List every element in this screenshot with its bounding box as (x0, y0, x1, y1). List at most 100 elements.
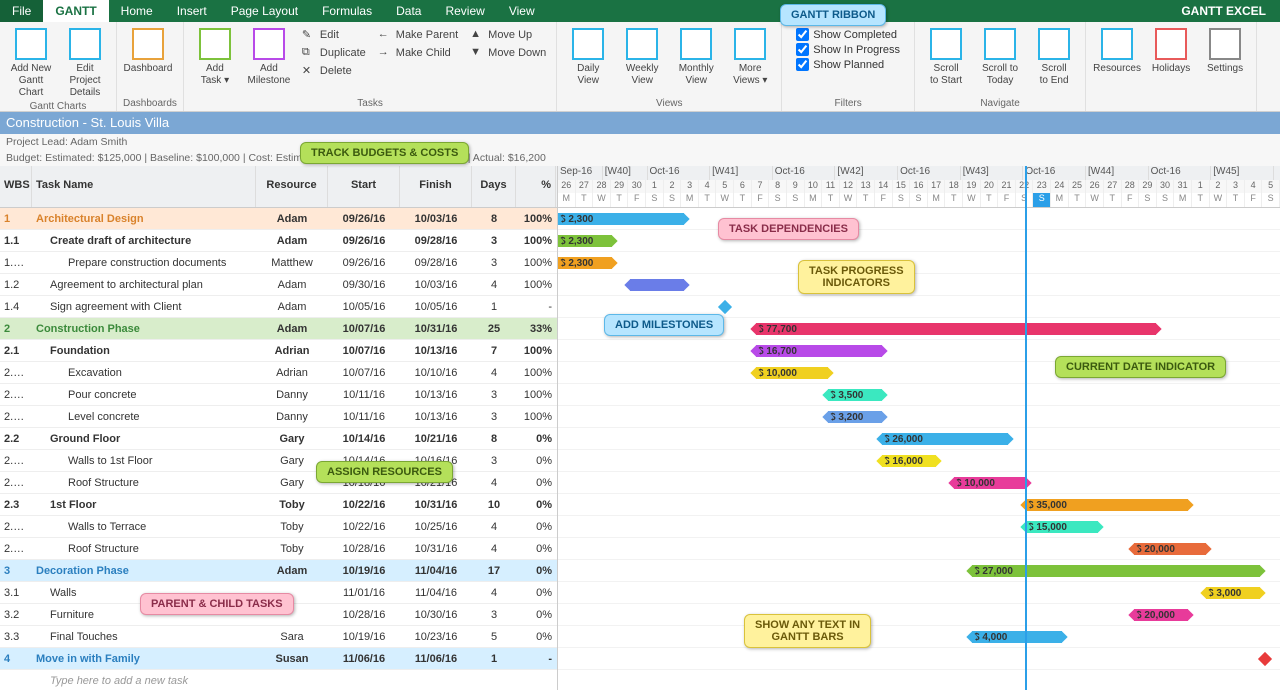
menu-insert[interactable]: Insert (165, 0, 219, 22)
ribbon-icon (680, 28, 712, 60)
ribbon-delete[interactable]: ✕Delete (298, 63, 370, 79)
menu-page layout[interactable]: Page Layout (219, 0, 310, 22)
ribbon-duplicate[interactable]: ⧉Duplicate (298, 45, 370, 61)
ribbon-monthly[interactable]: Monthly View (671, 26, 721, 96)
ribbon-weekly[interactable]: Weekly View (617, 26, 667, 96)
filter-show-completed[interactable]: Show Completed (796, 28, 900, 41)
ribbon-icon (15, 28, 47, 60)
gantt-body: $ 2,300 $ 2,300 $ 2,300 $ 77,700 $ 16,700 $ 1… (558, 208, 1280, 670)
ribbon-add-new[interactable]: Add New Gantt Chart (6, 26, 56, 99)
gantt-row (558, 274, 1280, 296)
task-row[interactable]: 1.1Create draft of architectureAdam09/26… (0, 230, 557, 252)
task-row[interactable]: 2.2Ground FloorGary10/14/1610/21/1680% (0, 428, 557, 450)
task-row[interactable]: 2.1FoundationAdrian10/07/1610/13/167100% (0, 340, 557, 362)
ribbon-add[interactable]: Add Milestone (244, 26, 294, 96)
task-row[interactable]: 2.31st FloorToby10/22/1610/31/16100% (0, 494, 557, 516)
hdr-res: Resource (256, 166, 328, 207)
gantt-bar[interactable]: $ 3,200 (828, 411, 882, 423)
ribbon-dashboard[interactable]: Dashboard (123, 26, 173, 96)
gantt-bar[interactable]: $ 15,000 (1026, 521, 1098, 533)
menu-formulas[interactable]: Formulas (310, 0, 384, 22)
task-row[interactable]: 1.2Agreement to architectural planAdam09… (0, 274, 557, 296)
menu-file[interactable]: File (0, 0, 43, 22)
gantt-bar[interactable]: $ 20,000 (1134, 609, 1188, 621)
gantt-bar[interactable]: $ 2,300 (558, 235, 612, 247)
ribbon-make-parent[interactable]: ←Make Parent (374, 27, 462, 43)
gantt-bar[interactable]: $ 2,300 (558, 213, 684, 225)
ribbon-icon (199, 28, 231, 60)
filter-show-in-progress[interactable]: Show In Progress (796, 43, 900, 56)
task-row[interactable]: 1Architectural DesignAdam09/26/1610/03/1… (0, 208, 557, 230)
ribbon-make-child[interactable]: →Make Child (374, 45, 462, 61)
timeline-header: Sep-16[W40]Oct-16[W41]Oct-16[W42]Oct-16[… (558, 166, 1280, 208)
gantt-bar[interactable]: $ 4,000 (972, 631, 1062, 643)
callout-bartext: SHOW ANY TEXT IN GANTT BARS (744, 614, 871, 648)
task-row[interactable]: 2.1.3Level concreteDanny10/11/1610/13/16… (0, 406, 557, 428)
gantt-row (558, 648, 1280, 670)
ribbon-icon (572, 28, 604, 60)
ribbon-holidays[interactable]: Holidays (1146, 26, 1196, 109)
gantt-bar[interactable]: $ 77,700 (756, 323, 1156, 335)
ribbon-scroll[interactable]: Scroll to End (1029, 26, 1079, 96)
ribbon-scroll[interactable]: Scroll to Start (921, 26, 971, 96)
callout-progress: TASK PROGRESS INDICATORS (798, 260, 915, 294)
menu-review[interactable]: Review (433, 0, 496, 22)
ribbon-edit[interactable]: ✎Edit (298, 27, 370, 43)
callout-ribbon: GANTT RIBBON (780, 4, 886, 26)
gantt-bar[interactable]: $ 35,000 (1026, 499, 1188, 511)
menu-home[interactable]: Home (109, 0, 165, 22)
hdr-pct: % (516, 166, 556, 207)
task-row[interactable]: 2.1.2Pour concreteDanny10/11/1610/13/163… (0, 384, 557, 406)
new-task-placeholder[interactable]: Type here to add a new task (0, 670, 557, 690)
task-row[interactable]: 4Move in with FamilySusan11/06/1611/06/1… (0, 648, 557, 670)
gantt-bar[interactable]: $ 3,500 (828, 389, 882, 401)
task-row[interactable]: 1.1.1Prepare construction documentsMatth… (0, 252, 557, 274)
gantt-bar[interactable]: $ 10,000 (756, 367, 828, 379)
ribbon-resources[interactable]: Resources (1092, 26, 1142, 109)
ribbon-settings[interactable]: Settings (1200, 26, 1250, 109)
gantt-bar[interactable]: $ 2,300 (558, 257, 612, 269)
filter-show-planned[interactable]: Show Planned (796, 58, 900, 71)
ribbon-icon (626, 28, 658, 60)
ribbon-daily[interactable]: Daily View (563, 26, 613, 96)
task-row[interactable]: 2.2.2Roof StructureGary10/18/1610/21/164… (0, 472, 557, 494)
ribbon-move-up[interactable]: ▲Move Up (466, 27, 550, 43)
task-row[interactable]: 2.3.2Roof StructureToby10/28/1610/31/164… (0, 538, 557, 560)
milestone-icon[interactable] (1258, 652, 1272, 666)
menu-view[interactable]: View (497, 0, 547, 22)
task-row[interactable]: 3.3Final TouchesSara10/19/1610/23/1650% (0, 626, 557, 648)
menu-data[interactable]: Data (384, 0, 433, 22)
ribbon-icon (1209, 28, 1241, 60)
gantt-bar[interactable]: $ 27,000 (972, 565, 1260, 577)
gantt-bar[interactable]: $ 16,000 (882, 455, 936, 467)
task-row[interactable]: 2.2.1Walls to 1st FloorGary10/14/1610/16… (0, 450, 557, 472)
gantt-row: $ 16,000 (558, 450, 1280, 472)
ribbon-scroll-to[interactable]: Scroll to Today (975, 26, 1025, 96)
ribbon-more[interactable]: More Views ▾ (725, 26, 775, 96)
gantt-row: $ 4,000 (558, 626, 1280, 648)
gantt-bar[interactable]: $ 10,000 (954, 477, 1026, 489)
ribbon-move-down[interactable]: ▼Move Down (466, 45, 550, 61)
menu-gantt[interactable]: GANTT (43, 0, 108, 22)
project-budget: Budget: Estimated: $125,000 | Baseline: … (0, 150, 1280, 166)
task-row[interactable]: 1.4Sign agreement with ClientAdam10/05/1… (0, 296, 557, 318)
milestone-icon[interactable] (718, 300, 732, 314)
task-row[interactable]: 2.1.1ExcavationAdrian10/07/1610/10/16410… (0, 362, 557, 384)
hdr-finish: Finish (400, 166, 472, 207)
ribbon-add[interactable]: Add Task ▾ (190, 26, 240, 96)
gantt-row: $ 10,000 (558, 472, 1280, 494)
ribbon-icon (734, 28, 766, 60)
today-line (1025, 166, 1027, 690)
gantt-bar[interactable]: $ 16,700 (756, 345, 882, 357)
ribbon-edit-project[interactable]: Edit Project Details (60, 26, 110, 99)
task-row[interactable]: 3Decoration PhaseAdam10/19/1611/04/16170… (0, 560, 557, 582)
gantt-bar[interactable]: $ 3,000 (1206, 587, 1260, 599)
menubar: FileGANTTHomeInsertPage LayoutFormulasDa… (0, 0, 1280, 22)
ribbon: GANTT RIBBON Add New Gantt ChartEdit Pro… (0, 22, 1280, 112)
task-row[interactable]: 2.3.1Walls to TerraceToby10/22/1610/25/1… (0, 516, 557, 538)
task-row[interactable]: 2Construction PhaseAdam10/07/1610/31/162… (0, 318, 557, 340)
gantt-bar[interactable] (630, 279, 684, 291)
gantt-bar[interactable]: $ 26,000 (882, 433, 1008, 445)
gantt-bar[interactable]: $ 20,000 (1134, 543, 1206, 555)
gantt-row: $ 3,500 (558, 384, 1280, 406)
